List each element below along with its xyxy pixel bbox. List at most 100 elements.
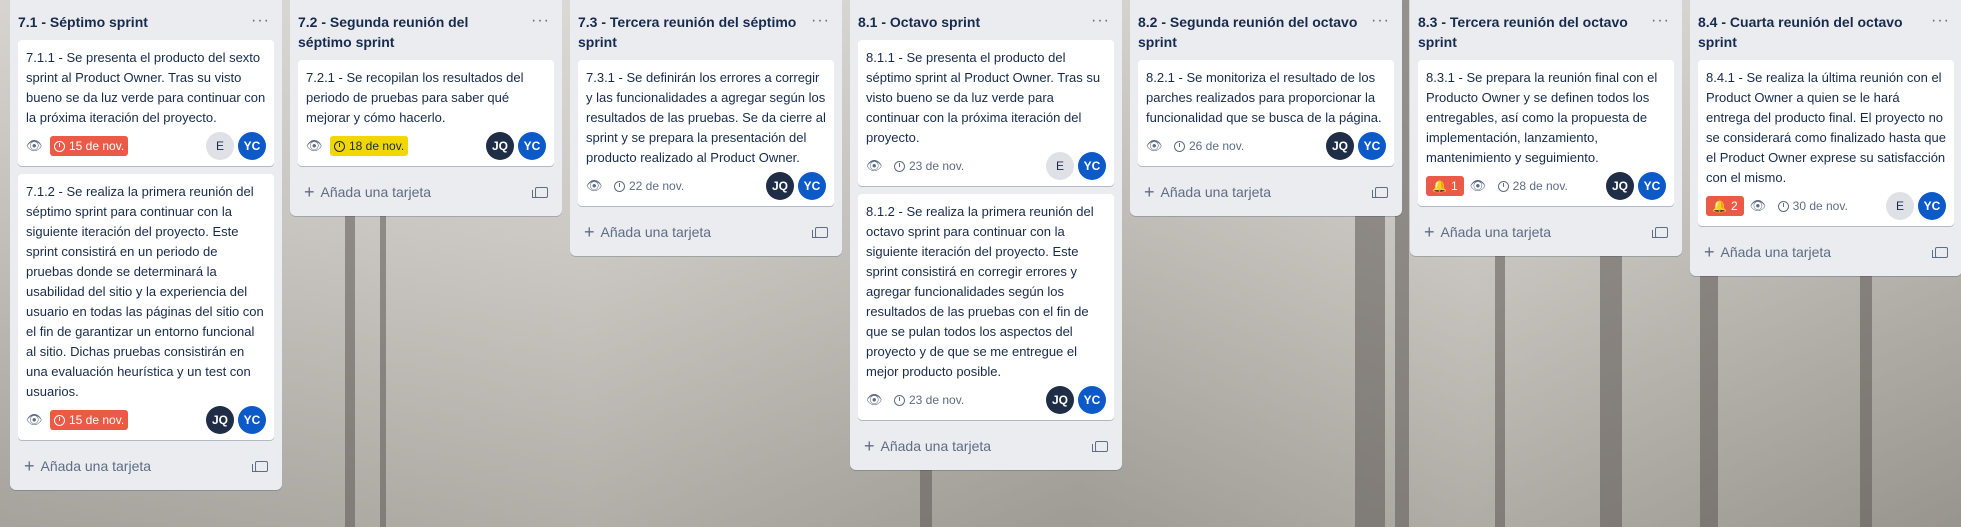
plus-icon: + <box>1144 182 1155 202</box>
card-members: E YC <box>1886 192 1946 220</box>
add-card-button[interactable]: + Añada una tarjeta <box>584 222 712 242</box>
avatar[interactable]: JQ <box>1046 386 1074 414</box>
list-title[interactable]: 8.1 - Octavo sprint <box>858 12 980 32</box>
watch-eye-icon: 👁 <box>1146 138 1163 153</box>
card-badges: 👁 22 de nov. JQ YC <box>586 172 826 200</box>
avatar[interactable]: YC <box>798 172 826 200</box>
watch-eye-icon: 👁 <box>26 138 43 153</box>
avatar[interactable]: E <box>1046 152 1074 180</box>
due-date-badge[interactable]: 15 de nov. <box>50 136 129 156</box>
avatar[interactable]: JQ <box>1326 132 1354 160</box>
clock-icon <box>54 140 65 152</box>
list-header: 7.2 - Segunda reunión del séptimo sprint… <box>298 0 554 60</box>
card[interactable]: 7.1.2 - Se realiza la primera reunión de… <box>18 174 274 440</box>
avatar[interactable]: YC <box>1358 132 1386 160</box>
card-template-icon[interactable] <box>252 460 268 472</box>
card[interactable]: 8.3.1 - Se prepara la reunión final con … <box>1418 60 1674 206</box>
clock-icon <box>54 414 65 426</box>
add-card-label: Añada una tarjeta <box>40 458 152 474</box>
list-title[interactable]: 8.4 - Cuarta reunión del octavo sprint <box>1698 12 1918 52</box>
add-card-button[interactable]: + Añada una tarjeta <box>864 437 992 455</box>
due-date-badge[interactable]: 22 de nov. <box>610 176 688 196</box>
card-template-icon[interactable] <box>1092 440 1108 452</box>
card[interactable]: 8.4.1 - Se realiza la última reunión con… <box>1698 60 1954 226</box>
due-date-badge[interactable]: 26 de nov. <box>1170 136 1248 156</box>
card[interactable]: 8.2.1 - Se monitoriza el resultado de lo… <box>1138 60 1394 166</box>
add-card-row: + Añada una tarjeta <box>18 448 274 484</box>
avatar[interactable]: E <box>1886 192 1914 220</box>
card[interactable]: 7.2.1 - Se recopilan los resultados del … <box>298 60 554 166</box>
list-title[interactable]: 7.1 - Séptimo sprint <box>18 12 148 32</box>
add-card-button[interactable]: + Añada una tarjeta <box>1704 243 1832 261</box>
plus-icon: + <box>584 222 595 242</box>
card-template-icon[interactable] <box>812 226 828 238</box>
list-title[interactable]: 7.3 - Tercera reunión del séptimo sprint <box>578 12 798 52</box>
avatar[interactable]: YC <box>238 406 266 434</box>
list-title[interactable]: 8.3 - Tercera reunión del octavo sprint <box>1418 12 1638 52</box>
due-date-badge[interactable]: 18 de nov. <box>330 136 409 156</box>
card-members: JQ YC <box>1046 386 1106 414</box>
list-header: 7.1 - Séptimo sprint ··· <box>18 0 274 40</box>
due-date-text: 23 de nov. <box>909 393 965 407</box>
avatar[interactable]: JQ <box>486 132 514 160</box>
avatar[interactable]: YC <box>1638 172 1666 200</box>
card-template-icon[interactable] <box>1652 226 1668 238</box>
due-date-text: 15 de nov. <box>69 139 125 153</box>
card-members: JQ YC <box>486 132 546 160</box>
add-card-button[interactable]: + Añada una tarjeta <box>304 182 431 202</box>
card-template-icon[interactable] <box>532 186 548 198</box>
card-template-icon[interactable] <box>1372 186 1388 198</box>
add-card-button[interactable]: + Añada una tarjeta <box>24 457 152 475</box>
card[interactable]: 7.1.1 - Se presenta el producto del sext… <box>18 40 274 166</box>
add-card-label: Añada una tarjeta <box>600 224 712 240</box>
more-options-icon[interactable]: ··· <box>1091 12 1110 29</box>
more-options-icon[interactable]: ··· <box>1371 12 1390 29</box>
card-badges: 👁 15 de nov. JQ YC <box>26 406 266 434</box>
add-card-label: Añada una tarjeta <box>880 438 992 454</box>
card[interactable]: 8.1.1 - Se presenta el producto del sépt… <box>858 40 1114 186</box>
clock-icon <box>1777 200 1789 212</box>
avatar[interactable]: JQ <box>1606 172 1634 200</box>
avatar[interactable]: YC <box>1918 192 1946 220</box>
due-date-text: 22 de nov. <box>629 179 685 193</box>
list-title[interactable]: 8.2 - Segunda reunión del octavo sprint <box>1138 12 1358 52</box>
card-title: 7.2.1 - Se recopilan los resultados del … <box>306 70 524 125</box>
due-date-text: 15 de nov. <box>69 413 125 427</box>
more-options-icon[interactable]: ··· <box>251 12 270 29</box>
notification-count: 2 <box>1730 199 1738 213</box>
avatar[interactable]: YC <box>1078 386 1106 414</box>
more-options-icon[interactable]: ··· <box>531 12 550 29</box>
plus-icon: + <box>304 182 315 202</box>
clock-icon <box>1174 140 1185 152</box>
more-options-icon[interactable]: ··· <box>811 12 830 29</box>
watch-eye-icon: 👁 <box>1749 198 1767 213</box>
avatar[interactable]: YC <box>1078 152 1106 180</box>
watch-eye-icon: 👁 <box>1469 178 1487 193</box>
due-date-badge[interactable]: 28 de nov. <box>1494 176 1572 196</box>
avatar[interactable]: YC <box>238 132 266 160</box>
list-column: 8.2 - Segunda reunión del octavo sprint … <box>1130 0 1402 216</box>
avatar[interactable]: JQ <box>206 406 234 434</box>
list-title[interactable]: 7.2 - Segunda reunión del séptimo sprint <box>298 12 518 52</box>
more-options-icon[interactable]: ··· <box>1651 12 1670 29</box>
add-card-button[interactable]: + Añada una tarjeta <box>1144 182 1271 202</box>
card[interactable]: 7.3.1 - Se definirán los errores a corre… <box>578 60 834 206</box>
avatar[interactable]: JQ <box>766 172 794 200</box>
due-date-badge[interactable]: 23 de nov. <box>890 390 968 410</box>
more-options-icon[interactable]: ··· <box>1931 12 1950 29</box>
card-members: E YC <box>1046 152 1106 180</box>
add-card-button[interactable]: + Añada una tarjeta <box>1424 223 1551 241</box>
avatar[interactable]: YC <box>518 132 546 160</box>
due-date-badge[interactable]: 15 de nov. <box>50 410 129 430</box>
due-date-badge[interactable]: 23 de nov. <box>890 156 968 176</box>
card-template-icon[interactable] <box>1932 246 1948 258</box>
avatar[interactable]: E <box>206 132 234 160</box>
card[interactable]: 8.1.2 - Se realiza la primera reunión de… <box>858 194 1114 420</box>
list-column: 7.1 - Séptimo sprint ··· 7.1.1 - Se pres… <box>10 0 282 490</box>
notification-badge: 🔔 2 <box>1706 196 1744 216</box>
due-date-text: 28 de nov. <box>1512 179 1568 193</box>
bell-icon: 🔔 <box>1432 179 1447 193</box>
due-date-badge[interactable]: 30 de nov. <box>1774 196 1852 216</box>
watch-eye-icon: 👁 <box>866 392 883 407</box>
add-card-label: Añada una tarjeta <box>1720 244 1832 260</box>
